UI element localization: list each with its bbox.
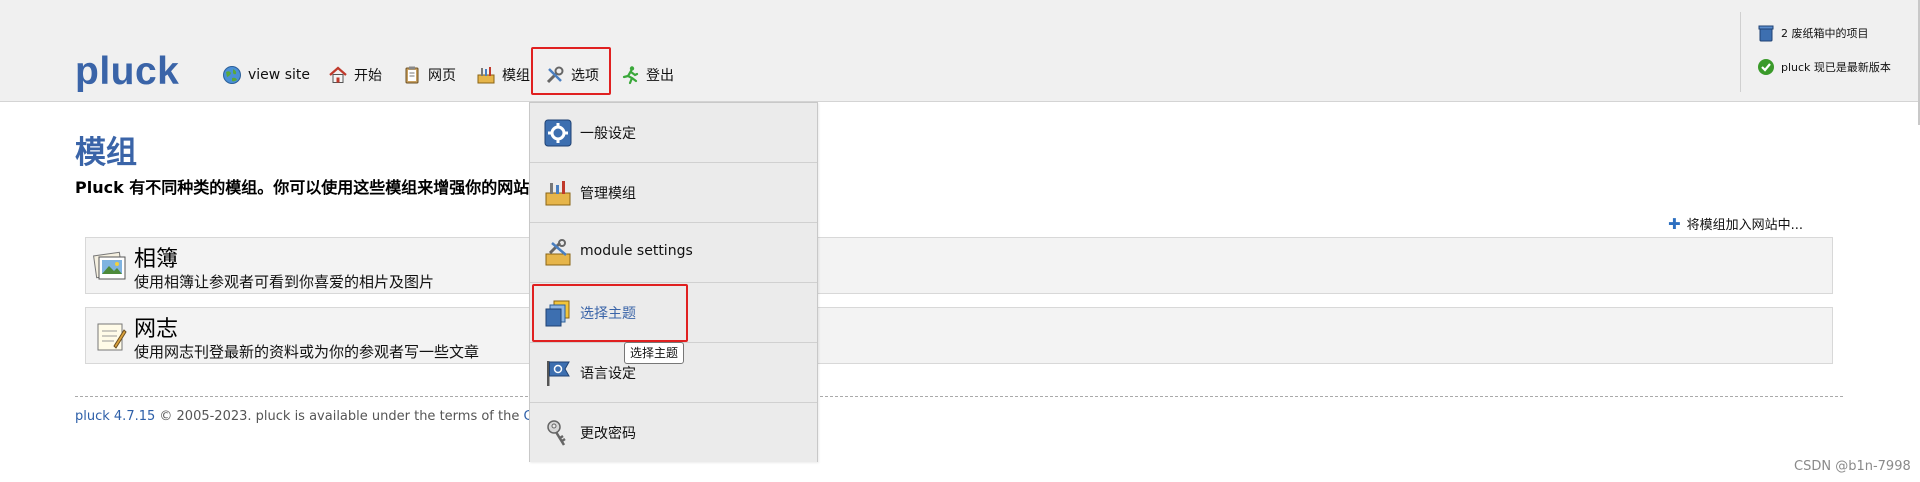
key-icon [544,419,572,447]
nav-pages-label: 网页 [428,68,456,84]
page-title: 模组 [75,135,137,170]
version-notice-text: pluck 现已是最新版本 [1781,61,1891,74]
nav-start[interactable]: 开始 [328,64,382,86]
module-album[interactable]: 相簿 使用相簿让参观者可看到你喜爱的相片及图片 [85,237,1833,294]
watermark: CSDN @b1n-7998 [1794,459,1911,474]
header-bar: pluck view site 开始 网页 模组 选项 登出 2 废纸箱中的项目… [0,0,1920,125]
add-module-link[interactable]: ✚ 将模组加入网站中... [1668,214,1803,234]
version-notice: pluck 现已是最新版本 [1757,58,1891,76]
home-icon [328,65,348,85]
nav-view-site-label: view site [248,67,310,83]
album-icon [92,248,128,284]
language-flag-icon [544,359,572,387]
module-blog[interactable]: 网志 使用网志刊登最新的资料或为你的参观者写一些文章 [85,307,1833,364]
site-logo[interactable]: pluck [75,50,179,94]
manage-modules-icon [544,179,572,207]
menu-item-general-settings-label: 一般设定 [580,126,636,142]
menu-item-module-settings-label: module settings [580,243,693,259]
module-blog-description: 使用网志刊登最新的资料或为你的参观者写一些文章 [134,343,480,361]
add-module-label: 将模组加入网站中... [1686,218,1803,233]
menu-item-module-settings[interactable]: module settings [530,223,817,283]
footer-text: © 2005-2023. pluck is available under th… [155,409,524,424]
trash-notice-text: 2 废纸箱中的项目 [1781,27,1869,40]
menu-item-change-password[interactable]: 更改密码 [530,403,817,462]
module-album-name: 相簿 [134,247,179,272]
footer: pluck 4.7.15 © 2005-2023. pluck is avail… [75,409,553,424]
options-highlight-box [531,47,611,95]
menu-item-manage-modules[interactable]: 管理模组 [530,163,817,223]
menu-item-manage-modules-label: 管理模组 [580,186,636,202]
footer-divider [75,396,1843,397]
nav-modules[interactable]: 模组 [476,64,530,86]
settings-icon [544,119,572,147]
page-description: Pluck 有不同种类的模组。你可以使用这些模组来增强你的网站 [75,178,530,197]
check-circle-icon [1757,58,1775,76]
nav-view-site[interactable]: view site [222,64,310,86]
running-man-icon [620,65,640,85]
tooltip: 选择主题 [624,342,685,364]
plus-icon: ✚ [1668,214,1681,233]
menu-item-language-settings-label: 语言设定 [580,366,636,382]
nav-logout-label: 登出 [646,68,674,84]
nav-start-label: 开始 [354,68,382,84]
module-settings-icon [544,239,572,267]
trash-icon [1757,24,1775,42]
footer-version-link[interactable]: pluck 4.7.15 [75,409,155,424]
clipboard-icon [402,65,422,85]
blog-icon [92,318,128,354]
choose-theme-highlight-box [532,284,688,342]
module-blog-name: 网志 [134,317,179,342]
status-panel: 2 废纸箱中的项目 pluck 现已是最新版本 [1740,12,1920,92]
nav-modules-label: 模组 [502,68,530,84]
trash-notice[interactable]: 2 废纸箱中的项目 [1757,24,1869,42]
options-dropdown-menu: 一般设定 管理模组 module settings 选择主题 语言设定 更改密码 [529,102,818,462]
menu-item-change-password-label: 更改密码 [580,426,636,442]
nav-logout[interactable]: 登出 [620,64,674,86]
nav-pages[interactable]: 网页 [402,64,456,86]
toolbox-icon [476,65,496,85]
menu-item-general-settings[interactable]: 一般设定 [530,103,817,163]
module-album-description: 使用相簿让参观者可看到你喜爱的相片及图片 [134,273,435,291]
globe-icon [222,65,242,85]
